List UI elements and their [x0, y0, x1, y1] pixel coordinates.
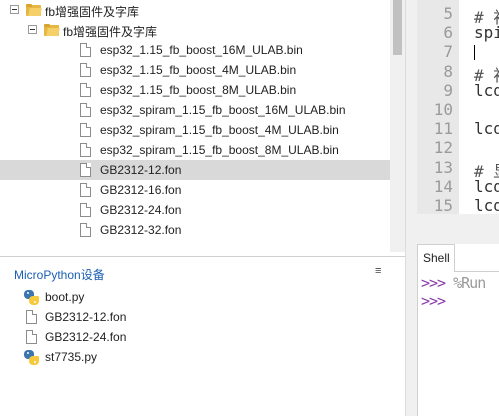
collapse-toggle-icon[interactable] [10, 5, 19, 14]
tree-file-row[interactable]: esp32_spiram_1.15_fb_boost_4M_ULAB.bin [0, 120, 390, 140]
tree-item-label: fb增强固件及字库 [45, 5, 140, 19]
code-line: lcd [474, 196, 499, 214]
tree-file-row[interactable]: GB2312-24.fon [0, 200, 390, 220]
device-file-label: GB2312-12.fon [45, 310, 127, 324]
file-icon [80, 103, 91, 117]
device-panel-title: MicroPython设备 [14, 268, 105, 282]
line-number: 13 [433, 157, 453, 177]
tree-file-row[interactable]: esp32_spiram_1.15_fb_boost_16M_ULAB.bin [0, 100, 390, 120]
shell-command: %Run [453, 274, 486, 292]
tree-file-row[interactable]: esp32_1.15_fb_boost_16M_ULAB.bin [0, 40, 390, 60]
file-icon [26, 330, 37, 344]
code-line: lcd [474, 176, 499, 196]
tree-item-label: esp32_1.15_fb_boost_16M_ULAB.bin [100, 43, 303, 57]
line-number: 8 [443, 61, 453, 81]
editor-shell-splitter[interactable] [417, 214, 499, 244]
code-line: lcd [474, 80, 499, 100]
panel-menu-icon[interactable]: ≡ [375, 265, 381, 277]
device-file-row[interactable]: boot.py [0, 287, 405, 307]
device-file-label: boot.py [45, 290, 85, 304]
line-number: 10 [433, 100, 453, 119]
file-icon [80, 123, 91, 137]
tree-item-label: GB2312-32.fon [100, 223, 182, 237]
tree-file-row[interactable]: esp32_spiram_1.15_fb_boost_8M_ULAB.bin [0, 140, 390, 160]
file-icon [80, 143, 91, 157]
line-number: 6 [443, 23, 453, 43]
python-file-icon [24, 350, 39, 365]
device-file-label: GB2312-24.fon [45, 330, 127, 344]
line-number: 7 [443, 42, 453, 62]
tree-file-row[interactable]: GB2312-12.fon [0, 160, 390, 180]
tree-file-row[interactable]: esp32_1.15_fb_boost_4M_ULAB.bin [0, 60, 390, 80]
file-icon [80, 83, 91, 97]
line-number: 5 [443, 4, 453, 23]
file-icon [80, 203, 91, 217]
tree-item-label: fb增强固件及字库 [63, 25, 158, 39]
file-tree-scrollbar[interactable] [390, 0, 405, 252]
micropython-device-panel: MicroPython设备 ≡ boot.py GB2312-12.fon GB23… [0, 256, 405, 416]
tree-item-label: esp32_spiram_1.15_fb_boost_16M_ULAB.bin [100, 103, 346, 117]
tree-item-label: esp32_1.15_fb_boost_4M_ULAB.bin [100, 63, 297, 77]
tree-item-label: esp32_spiram_1.15_fb_boost_4M_ULAB.bin [100, 123, 339, 137]
file-tree-scrollbar-thumb[interactable] [393, 0, 402, 55]
device-file-row[interactable]: st7735.py [0, 347, 405, 367]
device-file-row[interactable]: GB2312-12.fon [0, 307, 405, 327]
line-number: 9 [443, 80, 453, 100]
file-icon [80, 163, 91, 177]
pane-splitter[interactable] [405, 0, 417, 416]
text-caret [474, 45, 475, 60]
line-number: 15 [433, 196, 453, 214]
file-icon [80, 63, 91, 77]
tree-item-label: esp32_spiram_1.15_fb_boost_8M_ULAB.bin [100, 143, 339, 157]
line-number: 12 [433, 138, 453, 158]
shell-prompt-line: >>> [421, 292, 446, 310]
tree-file-row[interactable]: GB2312-16.fon [0, 180, 390, 200]
tab-shell[interactable]: Shell [417, 244, 455, 272]
file-icon [26, 310, 37, 324]
device-file-label: st7735.py [45, 350, 98, 364]
tree-folder-row[interactable]: fb增强固件及字库 [0, 20, 390, 40]
file-icon [80, 223, 91, 237]
device-file-row[interactable]: GB2312-24.fon [0, 327, 405, 347]
line-number-gutter: 5 6 7 8 9 10 11 12 13 14 15 [417, 0, 459, 214]
code-editor[interactable]: 56789101112131415 # 初spi# 初lcdlcd# 显lcdl… [417, 0, 499, 214]
file-tree: fb增强固件及字库 fb增强固件及字库 esp32_1.15_fb_boost_16… [0, 0, 390, 252]
tree-item-label: GB2312-16.fon [100, 183, 182, 197]
shell-prompt: >>> [421, 274, 446, 292]
line-number: 14 [433, 176, 453, 196]
file-icon [80, 183, 91, 197]
python-file-icon [24, 290, 39, 305]
tree-file-row[interactable]: esp32_1.15_fb_boost_8M_ULAB.bin [0, 80, 390, 100]
shell-prompt-line: >>> %Run [421, 274, 486, 292]
tree-folder-row[interactable]: fb增强固件及字库 [0, 0, 390, 20]
tree-item-label: GB2312-12.fon [100, 163, 182, 177]
shell-console[interactable]: >>> %Run >>> [417, 272, 499, 416]
folder-icon [26, 4, 42, 16]
collapse-toggle-icon[interactable] [28, 25, 37, 34]
code-line: spi [474, 23, 499, 43]
folder-icon [44, 24, 60, 36]
tree-file-row[interactable]: GB2312-32.fon [0, 220, 390, 240]
file-icon [80, 43, 91, 57]
line-number: 11 [433, 119, 453, 139]
code-line: lcd [474, 119, 499, 139]
shell-tab-label: Shell [423, 251, 450, 265]
shell-prompt: >>> [421, 292, 446, 310]
tree-item-label: esp32_1.15_fb_boost_8M_ULAB.bin [100, 83, 297, 97]
tree-item-label: GB2312-24.fon [100, 203, 182, 217]
